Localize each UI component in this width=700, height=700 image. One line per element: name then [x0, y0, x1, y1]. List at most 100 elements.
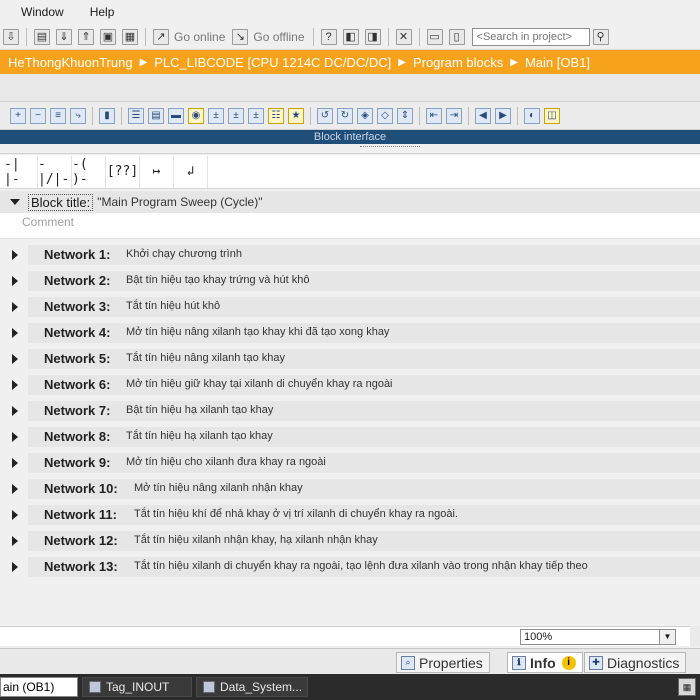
- open-branch-icon[interactable]: ▮: [99, 107, 115, 124]
- tab-properties[interactable]: ⌕ Properties: [396, 652, 490, 673]
- network-row[interactable]: Network 9: Mở tín hiệu cho xilanh đưa kha…: [0, 450, 700, 476]
- network-view-icon[interactable]: ▬: [168, 107, 184, 124]
- network-row[interactable]: Network 5: Tắt tín hiệu nâng xilanh tạo k…: [0, 346, 700, 372]
- split-vertical-icon[interactable]: ▯: [448, 28, 465, 45]
- project-search-input[interactable]: [471, 27, 590, 46]
- accessible-devices-icon[interactable]: ?: [320, 28, 337, 45]
- zoom-select[interactable]: 100% ▼: [520, 629, 676, 645]
- list-view-icon[interactable]: ☰: [128, 107, 144, 124]
- outdent-icon[interactable]: ⇥: [446, 107, 462, 124]
- network-row[interactable]: Network 10: Mở tín hiệu nâng xilanh nhận …: [0, 476, 700, 502]
- expand-triangle-icon[interactable]: [12, 484, 18, 494]
- download-icon[interactable]: ⇩: [3, 28, 19, 45]
- task-main-ob1[interactable]: ain (OB1): [0, 677, 78, 697]
- network-comment[interactable]: Mở tín hiệu nâng xilanh tạo khay khi đã …: [126, 326, 389, 338]
- go-offline-icon[interactable]: ↘: [232, 28, 249, 45]
- network-row[interactable]: Network 12: Tắt tín hiệu xilanh nhận khay…: [0, 528, 700, 554]
- breadcrumb-main[interactable]: Main [OB1]: [525, 55, 590, 70]
- go-online-button[interactable]: Go online: [174, 30, 225, 44]
- cross-reference-icon[interactable]: ◧: [342, 28, 359, 45]
- go-to-next-error-icon[interactable]: ↻: [337, 107, 353, 124]
- open-branch-icon[interactable]: ↦: [140, 155, 174, 188]
- close-editor-icon[interactable]: ✕: [395, 28, 412, 45]
- task-data-system[interactable]: Data_System...: [196, 677, 308, 697]
- goto-end-icon[interactable]: ▶: [495, 107, 511, 124]
- network-comment[interactable]: Tắt tín hiệu xilanh nhận khay, hạ xilanh…: [134, 534, 378, 546]
- network-row[interactable]: Network 1: Khởi chạy chương trình: [0, 242, 700, 268]
- absolute-operands-icon[interactable]: ±: [208, 107, 224, 124]
- search-project-icon[interactable]: ⚲: [592, 28, 609, 45]
- expand-triangle-icon[interactable]: [12, 250, 18, 260]
- splitter-handle[interactable]: [0, 144, 700, 154]
- expand-triangle-icon[interactable]: [12, 302, 18, 312]
- upload-from-device-icon[interactable]: ⇑: [78, 28, 94, 45]
- normally-open-contact-icon[interactable]: -| |-: [4, 155, 38, 188]
- tag-info-icon[interactable]: ±: [228, 107, 244, 124]
- monitoring-icon[interactable]: ◇: [377, 107, 393, 124]
- tab-info[interactable]: ℹ Info i: [507, 652, 583, 673]
- breadcrumb-plc[interactable]: PLC_LIBCODE [CPU 1214C DC/DC/DC]: [154, 55, 391, 70]
- network-comment[interactable]: Tắt tín hiệu khí để nhả khay ở vị trí xi…: [134, 508, 458, 520]
- show-favorites-icon[interactable]: ±: [248, 107, 264, 124]
- insert-row-icon[interactable]: ≡: [50, 107, 66, 124]
- network-row[interactable]: Network 7: Bật tín hiệu hạ xilanh tạo kha…: [0, 398, 700, 424]
- goto-begin-icon[interactable]: ◀: [475, 107, 491, 124]
- star-favorites-icon[interactable]: ★: [288, 107, 304, 124]
- network-comment[interactable]: Tắt tín hiệu hạ xilanh tạo khay: [126, 430, 273, 442]
- compile-icon[interactable]: ▤: [34, 28, 50, 45]
- breadcrumb-project[interactable]: HeThongKhuonTrung: [8, 55, 133, 70]
- network-comment[interactable]: Mở tín hiệu giữ khay tại xilanh di chuyể…: [126, 378, 393, 390]
- expand-triangle-icon[interactable]: [12, 536, 18, 546]
- go-to-previous-error-icon[interactable]: ↺: [317, 107, 333, 124]
- close-branch-icon[interactable]: ↲: [174, 155, 208, 188]
- expand-triangle-icon[interactable]: [12, 510, 18, 520]
- expand-triangle-icon[interactable]: [12, 276, 18, 286]
- indent-icon[interactable]: ⇤: [426, 107, 442, 124]
- network-row[interactable]: Network 8: Tắt tín hiệu hạ xilanh tạo kha…: [0, 424, 700, 450]
- network-row[interactable]: Network 2: Bật tín hiệu tạo khay trứng và…: [0, 268, 700, 294]
- free-comment-icon[interactable]: ☷: [268, 107, 284, 124]
- empty-box-icon[interactable]: [??]: [106, 155, 140, 188]
- start-simulation-icon[interactable]: ▦: [122, 28, 138, 45]
- network-comment[interactable]: Mở tín hiệu nâng xilanh nhận khay: [134, 482, 303, 494]
- breadcrumb-program-blocks[interactable]: Program blocks: [413, 55, 503, 70]
- expand-triangle-icon[interactable]: [12, 562, 18, 572]
- monitor-icon[interactable]: ◐: [524, 107, 540, 124]
- block-comment[interactable]: Comment: [0, 213, 700, 239]
- menu-help[interactable]: Help: [90, 5, 115, 19]
- taskbar-overview-icon[interactable]: ▦: [678, 678, 696, 696]
- coil-icon[interactable]: -( )-: [72, 155, 106, 188]
- network-comment[interactable]: Mở tín hiệu cho xilanh đưa khay ra ngoài: [126, 456, 326, 468]
- block-title-value[interactable]: "Main Program Sweep (Cycle)": [97, 195, 262, 209]
- block-interface-bar[interactable]: Block interface: [0, 130, 700, 144]
- modify-icon[interactable]: ⇕: [397, 107, 413, 124]
- menu-window[interactable]: Window: [21, 5, 64, 19]
- network-comment[interactable]: Khởi chạy chương trình: [126, 248, 242, 260]
- normally-closed-contact-icon[interactable]: -|/|-: [38, 155, 72, 188]
- delete-network-icon[interactable]: −: [30, 107, 46, 124]
- network-comment[interactable]: Bật tín hiệu tạo khay trứng và hút khô: [126, 274, 309, 286]
- collapse-triangle-icon[interactable]: [10, 199, 20, 205]
- insert-branch-icon[interactable]: ⤷: [70, 107, 86, 124]
- splitter-grip[interactable]: [360, 146, 420, 151]
- network-comment[interactable]: Bật tín hiệu hạ xilanh tạo khay: [126, 404, 273, 416]
- update-calls-icon[interactable]: ◈: [357, 107, 373, 124]
- download-to-device-icon[interactable]: ⇓: [56, 28, 72, 45]
- device-config-icon[interactable]: ◨: [364, 28, 381, 45]
- expand-triangle-icon[interactable]: [12, 328, 18, 338]
- tab-diagnostics[interactable]: ✚ Diagnostics: [584, 652, 687, 673]
- expand-triangle-icon[interactable]: [12, 354, 18, 364]
- expand-triangle-icon[interactable]: [12, 432, 18, 442]
- network-comment[interactable]: Tắt tín hiệu hút khô: [126, 300, 220, 312]
- network-row[interactable]: Network 3: Tắt tín hiệu hút khô: [0, 294, 700, 320]
- monitor-on-off-icon[interactable]: ◫: [544, 107, 560, 124]
- network-row[interactable]: Network 6: Mở tín hiệu giữ khay tại xilan…: [0, 372, 700, 398]
- chevron-down-icon[interactable]: ▼: [659, 630, 675, 644]
- simulation-icon[interactable]: ▣: [100, 28, 116, 45]
- network-comment[interactable]: Tắt tín hiệu nâng xilanh tạo khay: [126, 352, 285, 364]
- network-row[interactable]: Network 4: Mở tín hiệu nâng xilanh tạo kh…: [0, 320, 700, 346]
- expand-triangle-icon[interactable]: [12, 380, 18, 390]
- split-horizontal-icon[interactable]: ▭: [426, 28, 443, 45]
- insert-network-icon[interactable]: +: [10, 107, 26, 124]
- expand-triangle-icon[interactable]: [12, 406, 18, 416]
